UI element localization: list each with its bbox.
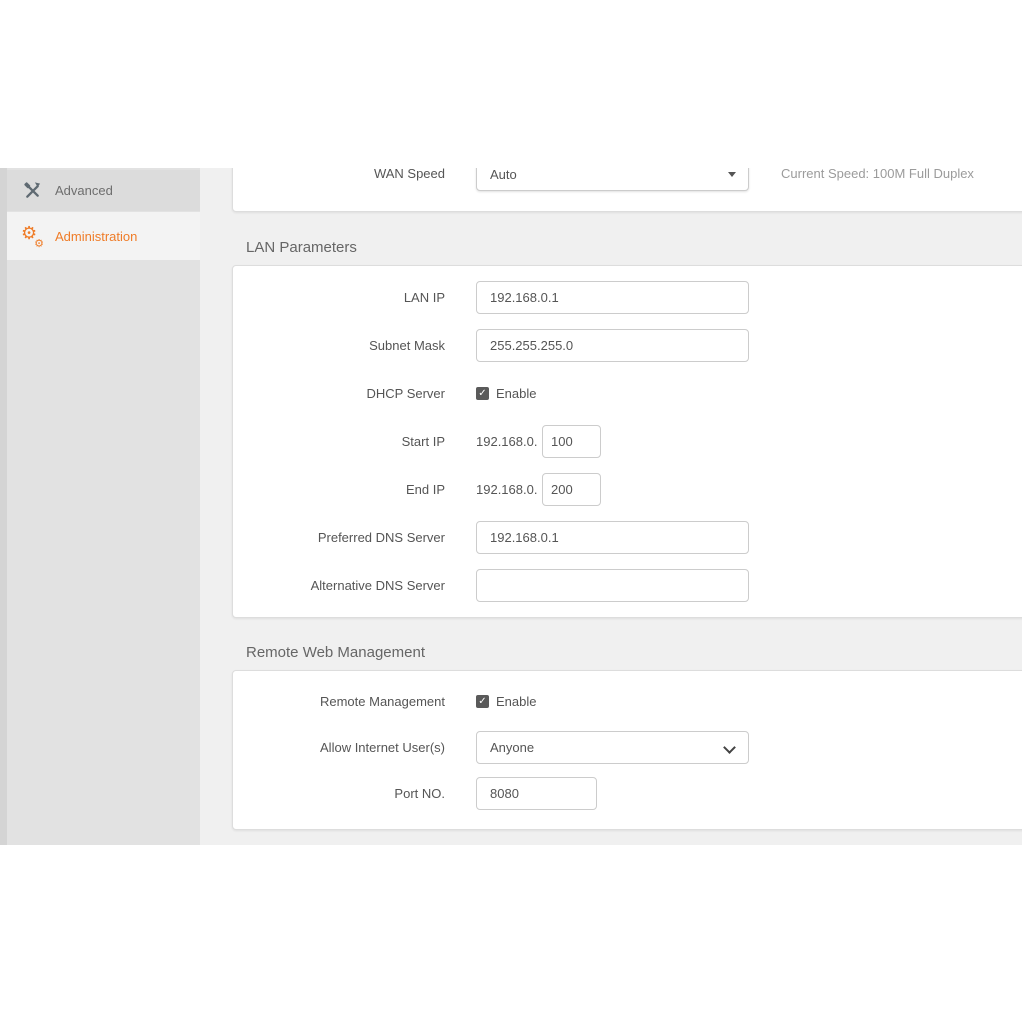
remote-management-label: Remote Management: [233, 694, 445, 709]
subnet-mask-input[interactable]: [476, 329, 749, 362]
caret-down-icon: [728, 172, 736, 177]
sidebar: Advanced ⚙ ⚙ Administration: [0, 168, 200, 845]
end-ip-label: End IP: [233, 482, 445, 497]
lan-ip-input[interactable]: [476, 281, 749, 314]
wan-speed-label: WAN Speed: [233, 168, 445, 182]
dhcp-enable-label: Enable: [496, 386, 536, 401]
end-ip-row: End IP 192.168.0.: [233, 473, 1022, 506]
lan-parameters-title: LAN Parameters: [246, 238, 357, 258]
remote-management-row: Remote Management ✓ Enable: [233, 685, 1022, 718]
sidebar-item-advanced[interactable]: Advanced: [7, 170, 200, 211]
start-ip-label: Start IP: [233, 434, 445, 449]
allow-internet-users-select[interactable]: Anyone: [476, 731, 749, 764]
subnet-mask-row: Subnet Mask: [233, 329, 1022, 362]
preferred-dns-row: Preferred DNS Server: [233, 521, 1022, 554]
main-content: WAN Speed Auto Current Speed: 100M Full …: [200, 168, 1022, 845]
dhcp-server-label: DHCP Server: [233, 386, 445, 401]
end-ip-input[interactable]: [542, 473, 601, 506]
sidebar-edge-strip: [0, 168, 7, 845]
lan-ip-label: LAN IP: [233, 290, 445, 305]
wan-current-speed-status: Current Speed: 100M Full Duplex: [781, 168, 974, 182]
remote-web-management-card: Remote Management ✓ Enable Allow Interne…: [232, 670, 1022, 830]
remote-enable-label: Enable: [496, 694, 536, 709]
port-no-input[interactable]: [476, 777, 597, 810]
subnet-mask-label: Subnet Mask: [233, 338, 445, 353]
remote-enable-checkbox[interactable]: ✓: [476, 695, 489, 708]
chevron-down-icon: [723, 741, 736, 754]
wan-settings-card: WAN Speed Auto Current Speed: 100M Full …: [232, 168, 1022, 212]
wan-speed-value: Auto: [490, 168, 517, 182]
alternative-dns-input[interactable]: [476, 569, 749, 602]
start-ip-input[interactable]: [542, 425, 601, 458]
tools-icon: [21, 181, 43, 200]
gears-icon: ⚙ ⚙: [21, 225, 43, 247]
remote-web-management-title: Remote Web Management: [246, 643, 425, 663]
wan-speed-dropdown[interactable]: Auto: [476, 168, 749, 191]
start-ip-prefix: 192.168.0.: [476, 434, 542, 449]
start-ip-row: Start IP 192.168.0.: [233, 425, 1022, 458]
port-no-label: Port NO.: [233, 786, 445, 801]
alternative-dns-label: Alternative DNS Server: [233, 578, 445, 593]
allow-internet-users-label: Allow Internet User(s): [233, 740, 445, 755]
lan-ip-row: LAN IP: [233, 281, 1022, 314]
sidebar-item-label: Administration: [55, 229, 137, 244]
router-admin-viewport: Advanced ⚙ ⚙ Administration WAN Speed Au…: [0, 168, 1022, 845]
preferred-dns-label: Preferred DNS Server: [233, 530, 445, 545]
allow-internet-users-row: Allow Internet User(s) Anyone: [233, 731, 1022, 764]
port-no-row: Port NO.: [233, 777, 1022, 810]
alternative-dns-row: Alternative DNS Server: [233, 569, 1022, 602]
sidebar-item-administration[interactable]: ⚙ ⚙ Administration: [7, 212, 200, 260]
preferred-dns-input[interactable]: [476, 521, 749, 554]
allow-internet-users-value: Anyone: [490, 740, 534, 755]
dhcp-server-row: DHCP Server ✓ Enable: [233, 377, 1022, 410]
lan-parameters-card: LAN IP Subnet Mask DHCP Server ✓ Enable …: [232, 265, 1022, 618]
end-ip-prefix: 192.168.0.: [476, 482, 542, 497]
dhcp-enable-checkbox[interactable]: ✓: [476, 387, 489, 400]
sidebar-item-label: Advanced: [55, 183, 113, 198]
